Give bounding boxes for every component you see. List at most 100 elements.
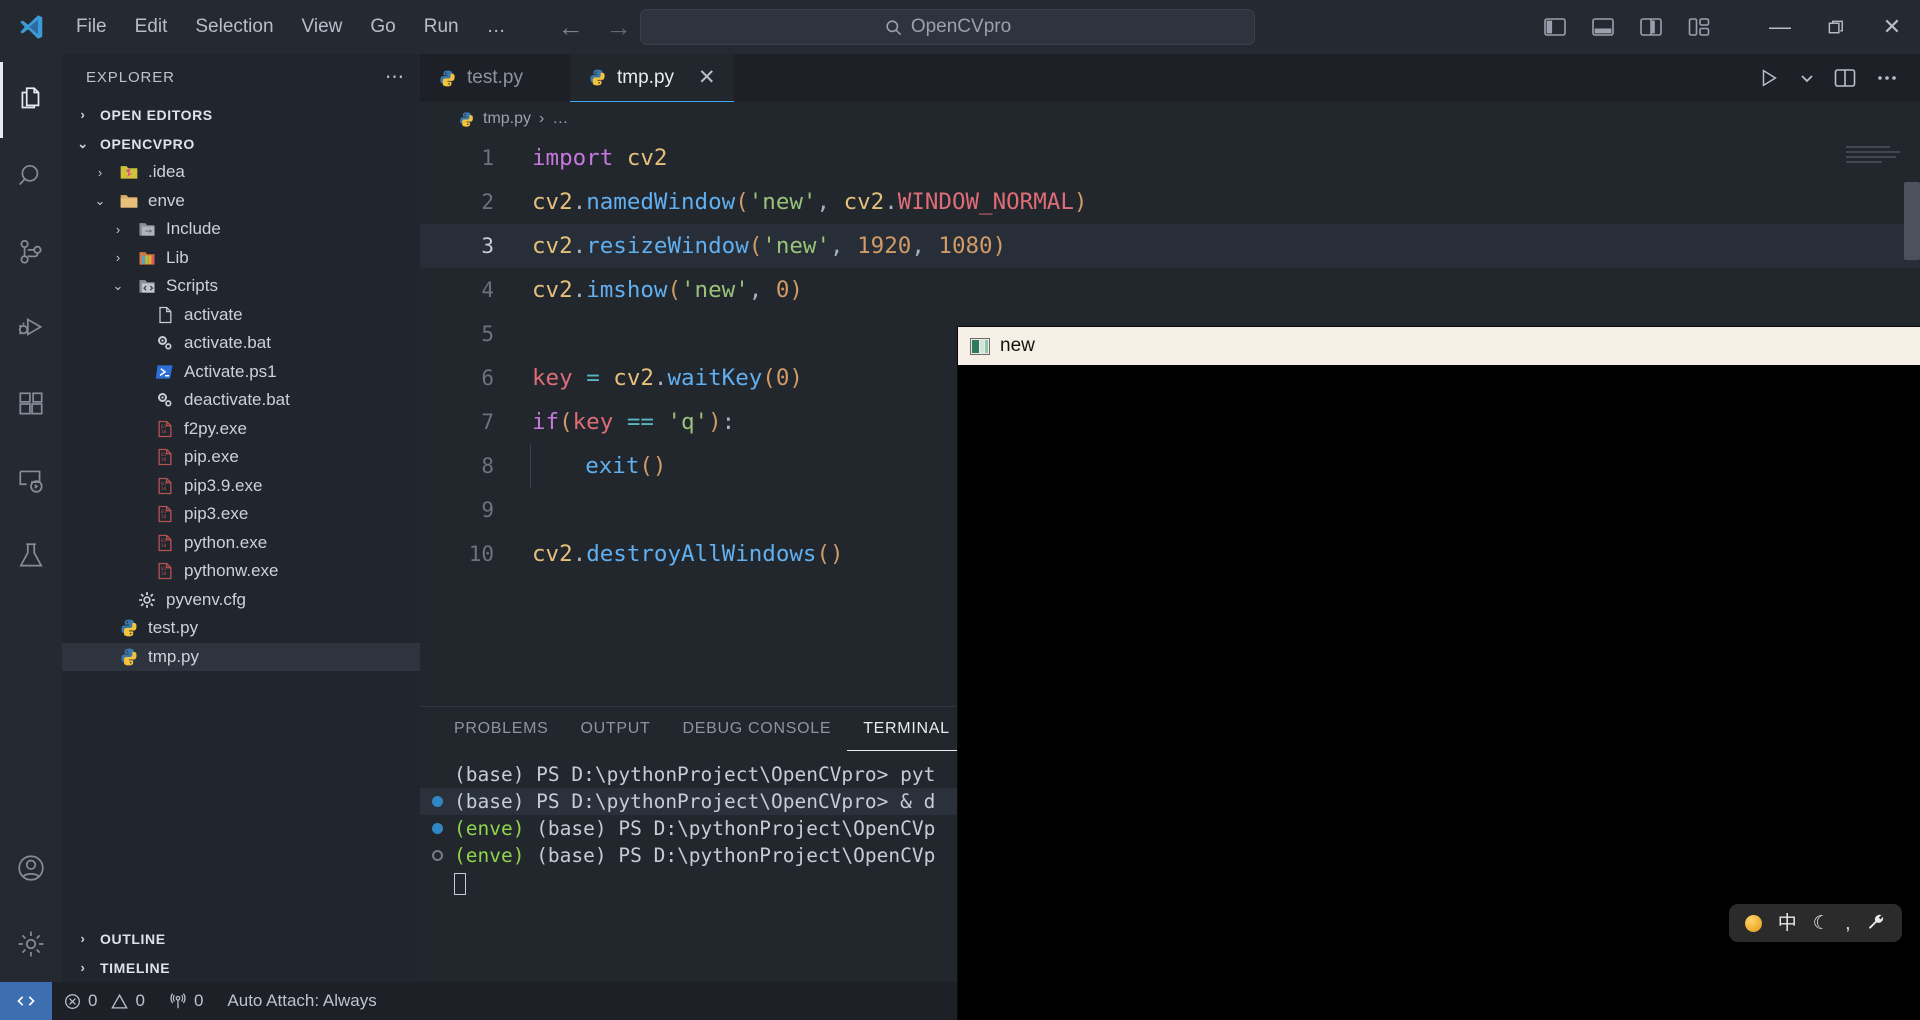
tree-item-tmp-py[interactable]: tmp.py <box>62 642 420 671</box>
chevron-right-icon[interactable]: › <box>108 222 128 237</box>
panel-tab-output[interactable]: OUTPUT <box>565 707 667 751</box>
toggle-panel-icon[interactable] <box>1590 14 1616 40</box>
status-ports[interactable]: 0 <box>157 991 215 1011</box>
terminal-command-marker <box>420 850 454 861</box>
tree-item-label: tmp.py <box>148 646 200 666</box>
tab-close-icon[interactable]: ✕ <box>698 65 716 90</box>
section-opencvpro-label: OPENCVPRO <box>100 135 195 152</box>
tree-item-pythonw-exe[interactable]: 01 10 pythonw.exe <box>62 557 420 586</box>
tree-item-pip-exe[interactable]: 01 10 pip.exe <box>62 443 420 472</box>
tree-item-pyvenv-cfg[interactable]: pyvenv.cfg <box>62 586 420 615</box>
file-bat-icon <box>154 333 176 353</box>
activity-remote-explorer[interactable] <box>0 442 62 518</box>
tree-item--idea[interactable]: › .idea <box>62 158 420 187</box>
window-restore-button[interactable] <box>1808 0 1864 54</box>
tree-item-pip3-exe[interactable]: 01 10 pip3.exe <box>62 500 420 529</box>
toggle-secondary-sidebar-icon[interactable] <box>1638 14 1664 40</box>
menu-file[interactable]: File <box>62 11 121 43</box>
tree-item-include[interactable]: › Include <box>62 215 420 244</box>
sidebar-more-actions-icon[interactable]: ⋯ <box>385 66 406 89</box>
chevron-right-icon[interactable]: › <box>90 165 110 180</box>
ime-settings-wrench-icon[interactable] <box>1866 913 1886 933</box>
chevron-down-icon[interactable]: ⌄ <box>108 278 128 294</box>
editor-more-actions-icon[interactable] <box>1876 68 1898 88</box>
activity-extensions[interactable] <box>0 366 62 442</box>
activity-manage-settings[interactable] <box>0 906 62 982</box>
command-decoration-icon[interactable] <box>431 823 443 834</box>
section-outline[interactable]: › OUTLINE <box>62 924 420 953</box>
opencv-window-titlebar[interactable]: new <box>958 327 1920 365</box>
activity-run-and-debug[interactable] <box>0 290 62 366</box>
chevron-right-icon[interactable]: › <box>108 250 128 265</box>
code-token: , <box>911 233 925 259</box>
go-back-icon[interactable]: ← <box>558 14 584 40</box>
toggle-primary-sidebar-icon[interactable] <box>1542 14 1568 40</box>
remote-window-icon[interactable] <box>0 982 52 1020</box>
tab-test-py[interactable]: test.py <box>420 54 570 102</box>
code-line[interactable]: 1 import cv2 <box>420 136 1920 180</box>
section-timeline[interactable]: › TIMELINE <box>62 953 420 982</box>
menu-selection[interactable]: Selection <box>181 11 287 43</box>
tree-item-activate[interactable]: activate <box>62 301 420 330</box>
code-line[interactable]: 4 cv2.imshow('new', 0) <box>420 268 1920 312</box>
tree-item-enve[interactable]: ⌄ enve <box>62 187 420 216</box>
menu-more[interactable]: … <box>473 11 520 43</box>
menu-run[interactable]: Run <box>410 11 473 43</box>
tree-item-activate-bat[interactable]: activate.bat <box>62 329 420 358</box>
tree-item-label: test.py <box>148 618 199 638</box>
menu-edit[interactable]: Edit <box>121 11 182 43</box>
ime-status-dot-icon[interactable] <box>1744 914 1762 932</box>
run-python-file-icon[interactable] <box>1758 67 1780 89</box>
customize-layout-icon[interactable] <box>1686 14 1712 40</box>
tree-item-python-exe[interactable]: 01 10 python.exe <box>62 529 420 558</box>
command-decoration-icon[interactable] <box>431 796 443 807</box>
command-decoration-icon[interactable] <box>431 850 443 861</box>
activity-source-control[interactable] <box>0 214 62 290</box>
chevron-down-icon[interactable]: ⌄ <box>90 193 110 209</box>
tree-item-test-py[interactable]: test.py <box>62 614 420 643</box>
ime-punctuation-icon[interactable]: ‚ <box>1846 914 1850 933</box>
folder-idea-icon <box>118 162 140 182</box>
window-minimize-button[interactable]: — <box>1752 0 1808 54</box>
tree-item-lib[interactable]: › Lib <box>62 244 420 273</box>
tree-item-f2py-exe[interactable]: 01 10 f2py.exe <box>62 415 420 444</box>
menu-view[interactable]: View <box>288 11 357 43</box>
tree-item-deactivate-bat[interactable]: deactivate.bat <box>62 386 420 415</box>
section-open-editors[interactable]: › OPEN EDITORS <box>62 100 420 129</box>
activity-accounts[interactable] <box>0 830 62 906</box>
ime-toolbar[interactable]: 中 ☾ ‚ <box>1728 904 1902 942</box>
code-line[interactable]: 2 cv2.namedWindow('new', cv2.WINDOW_NORMA… <box>420 180 1920 224</box>
tree-item-scripts[interactable]: ⌄ Scripts <box>62 272 420 301</box>
layout-controls <box>1542 14 1712 40</box>
split-editor-right-icon[interactable] <box>1834 68 1856 88</box>
tab-tmp-py[interactable]: tmp.py ✕ <box>570 54 734 102</box>
panel-tab-terminal[interactable]: TERMINAL <box>847 707 966 751</box>
breadcrumb-file[interactable]: tmp.py <box>483 110 531 128</box>
ime-moon-icon[interactable]: ☾ <box>1813 914 1830 933</box>
window-close-button[interactable]: ✕ <box>1864 0 1920 54</box>
activity-explorer[interactable] <box>0 62 62 138</box>
panel-tab-problems[interactable]: PROBLEMS <box>438 707 565 751</box>
chevron-right-icon: › <box>80 931 86 946</box>
tree-item-activate-ps1[interactable]: Activate.ps1 <box>62 358 420 387</box>
minimap[interactable] <box>1846 146 1902 186</box>
go-forward-icon[interactable]: → <box>606 14 632 40</box>
menu-go[interactable]: Go <box>356 11 409 43</box>
ime-chinese-mode-icon[interactable]: 中 <box>1778 914 1797 933</box>
panel-tab-debug-console[interactable]: DEBUG CONSOLE <box>667 707 848 751</box>
breadcrumb-rest[interactable]: … <box>552 110 568 128</box>
tree-item-pip3-9-exe[interactable]: 01 10 pip3.9.exe <box>62 472 420 501</box>
editor-scrollbar[interactable] <box>1904 182 1920 260</box>
svg-text:01: 01 <box>161 538 167 544</box>
run-dropdown-icon[interactable] <box>1800 71 1814 85</box>
status-errors[interactable]: 0 0 <box>52 991 157 1011</box>
code-line[interactable]: 3 cv2.resizeWindow('new', 1920, 1080) <box>420 224 1920 268</box>
tree-item-label: enve <box>148 190 185 210</box>
activity-search[interactable] <box>0 138 62 214</box>
folder-lib-icon <box>136 248 158 268</box>
command-center-search[interactable]: OpenCVpro <box>640 9 1255 45</box>
activity-testing[interactable] <box>0 518 62 594</box>
status-auto-attach[interactable]: Auto Attach: Always <box>215 991 388 1011</box>
section-opencvpro[interactable]: ⌄ OPENCVPRO <box>62 129 420 158</box>
